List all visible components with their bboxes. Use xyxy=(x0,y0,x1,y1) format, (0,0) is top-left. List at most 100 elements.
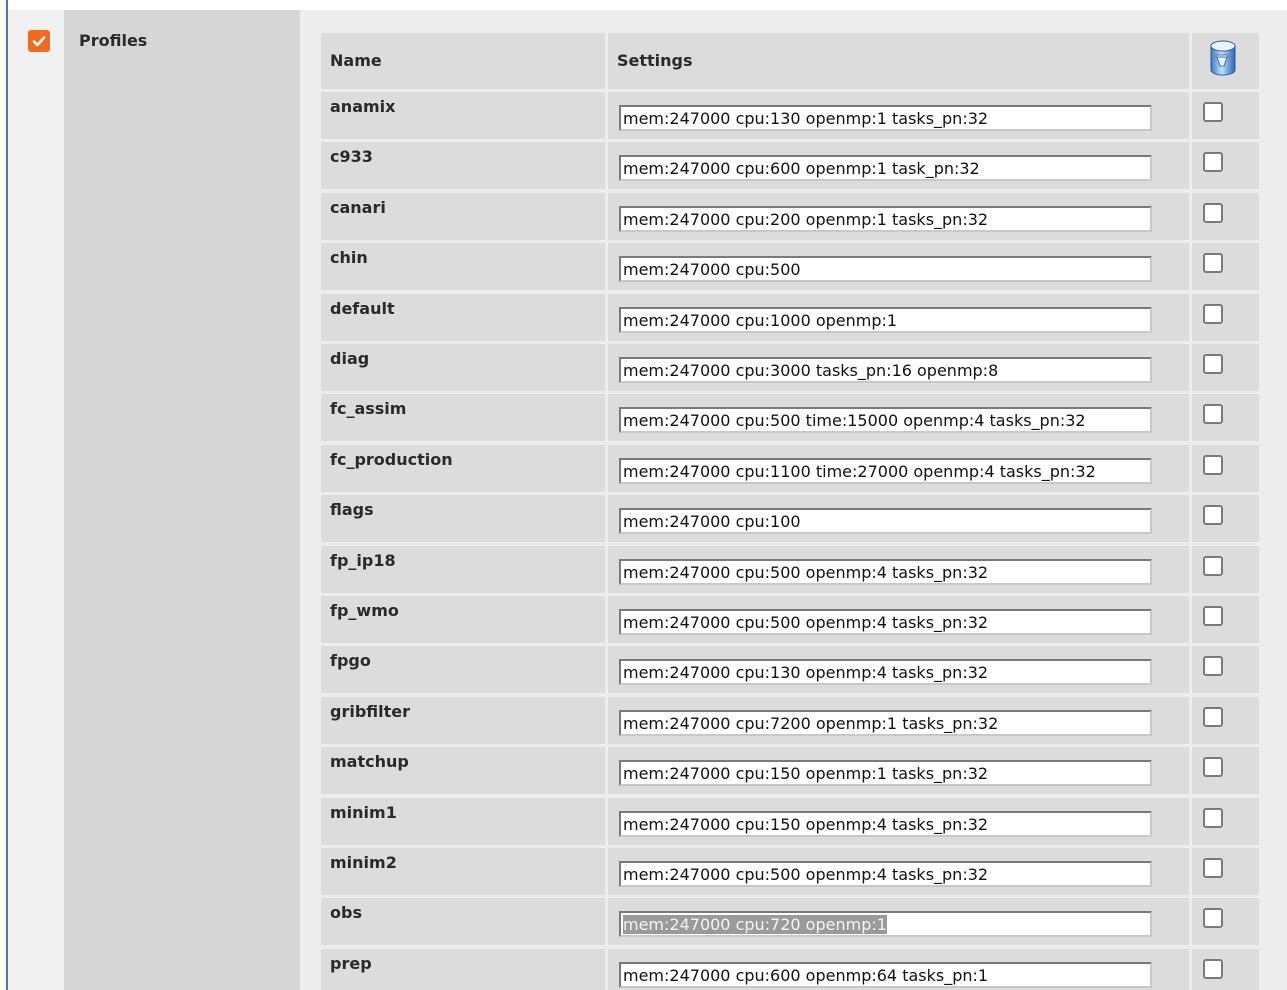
profile-name-cell: fc_production xyxy=(321,445,605,492)
table-row: anamix mem:247000 cpu:130 openmp:1 tasks_… xyxy=(321,92,1259,139)
profile-settings-cell: mem:247000 cpu:1100 time:27000 openmp:4 … xyxy=(608,445,1189,492)
profile-name: fpgo xyxy=(330,651,371,670)
table-row: fpgo mem:247000 cpu:130 openmp:4 tasks_pn… xyxy=(321,646,1259,693)
table-row: flags mem:247000 cpu:100 xyxy=(321,495,1259,542)
profile-name: minim1 xyxy=(330,803,397,822)
delete-checkbox[interactable] xyxy=(1203,354,1223,374)
profile-name-cell: c933 xyxy=(321,142,605,189)
table-row: default mem:247000 cpu:1000 openmp:1 xyxy=(321,294,1259,341)
delete-checkbox[interactable] xyxy=(1203,757,1223,777)
profile-settings-input[interactable]: mem:247000 cpu:100 xyxy=(619,508,1152,534)
delete-checkbox[interactable] xyxy=(1203,959,1223,979)
delete-checkbox[interactable] xyxy=(1203,455,1223,475)
table-row: canari mem:247000 cpu:200 openmp:1 tasks_… xyxy=(321,193,1259,240)
profile-name-cell: chin xyxy=(321,243,605,290)
delete-checkbox-cell xyxy=(1192,596,1259,643)
profile-settings-input[interactable]: mem:247000 cpu:150 openmp:4 tasks_pn:32 xyxy=(619,811,1152,837)
profile-settings-input[interactable]: mem:247000 cpu:150 openmp:1 tasks_pn:32 xyxy=(619,760,1152,786)
profile-settings-input[interactable]: mem:247000 cpu:600 openmp:64 tasks_pn:1 xyxy=(619,962,1152,988)
profile-settings-input[interactable]: mem:247000 cpu:720 openmp:1 xyxy=(619,911,1152,937)
profile-name-cell: default xyxy=(321,294,605,341)
table-row: chin mem:247000 cpu:500 xyxy=(321,243,1259,290)
delete-checkbox[interactable] xyxy=(1203,908,1223,928)
profile-name: obs xyxy=(330,903,362,922)
profile-settings-input[interactable]: mem:247000 cpu:3000 tasks_pn:16 openmp:8 xyxy=(619,357,1152,383)
profile-name-cell: fp_wmo xyxy=(321,596,605,643)
selected-settings-text: mem:247000 cpu:720 openmp:1 xyxy=(623,915,887,934)
profile-settings-input[interactable]: mem:247000 cpu:1100 time:27000 openmp:4 … xyxy=(619,458,1152,484)
settings-header: Settings xyxy=(617,51,693,70)
profile-name: gribfilter xyxy=(330,702,411,721)
name-header-cell: Name xyxy=(321,33,605,89)
profile-name-cell: diag xyxy=(321,344,605,391)
profile-name: fc_assim xyxy=(330,399,407,418)
profile-settings-cell: mem:247000 cpu:500 xyxy=(608,243,1189,290)
delete-checkbox[interactable] xyxy=(1203,505,1223,525)
profile-name: prep xyxy=(330,954,372,973)
profile-settings-input[interactable]: mem:247000 cpu:500 time:15000 openmp:4 t… xyxy=(619,407,1152,433)
delete-checkbox-cell xyxy=(1192,445,1259,492)
table-row: prep mem:247000 cpu:600 openmp:64 tasks_p… xyxy=(321,949,1259,990)
delete-checkbox[interactable] xyxy=(1203,707,1223,727)
profile-settings-input[interactable]: mem:247000 cpu:130 openmp:4 tasks_pn:32 xyxy=(619,659,1152,685)
profile-name: matchup xyxy=(330,752,409,771)
section-label-column xyxy=(64,10,300,990)
profile-settings-cell: mem:247000 cpu:500 openmp:4 tasks_pn:32 xyxy=(608,546,1189,593)
database-delete-icon[interactable] xyxy=(1208,39,1238,77)
profile-name-cell: anamix xyxy=(321,92,605,139)
delete-checkbox[interactable] xyxy=(1203,102,1223,122)
profile-settings-input[interactable]: mem:247000 cpu:500 xyxy=(619,256,1152,282)
profile-settings-input[interactable]: mem:247000 cpu:600 openmp:1 task_pn:32 xyxy=(619,155,1152,181)
profile-name: minim2 xyxy=(330,853,397,872)
profile-name-cell: matchup xyxy=(321,747,605,794)
delete-checkbox-cell xyxy=(1192,848,1259,895)
profile-name: c933 xyxy=(330,147,373,166)
delete-checkbox-cell xyxy=(1192,747,1259,794)
table-row: fc_assim mem:247000 cpu:500 time:15000 op… xyxy=(321,394,1259,441)
profile-name: canari xyxy=(330,198,386,217)
profiles-enable-checkbox[interactable] xyxy=(28,30,50,52)
delete-header-cell xyxy=(1192,33,1259,89)
delete-checkbox[interactable] xyxy=(1203,203,1223,223)
profile-name: chin xyxy=(330,248,368,267)
profile-name: default xyxy=(330,299,395,318)
delete-checkbox[interactable] xyxy=(1203,858,1223,878)
profile-settings-input[interactable]: mem:247000 cpu:1000 openmp:1 xyxy=(619,307,1152,333)
delete-checkbox-cell xyxy=(1192,344,1259,391)
delete-checkbox-cell xyxy=(1192,294,1259,341)
profile-settings-input[interactable]: mem:247000 cpu:130 openmp:1 tasks_pn:32 xyxy=(619,105,1152,131)
profile-settings-input[interactable]: mem:247000 cpu:500 openmp:4 tasks_pn:32 xyxy=(619,861,1152,887)
profiles-settings-page: Profiles Name Settings anamix mem:247000… xyxy=(0,0,1287,990)
table-row: obs mem:247000 cpu:720 openmp:1 xyxy=(321,898,1259,945)
delete-checkbox-cell xyxy=(1192,92,1259,139)
delete-checkbox[interactable] xyxy=(1203,656,1223,676)
table-row: c933 mem:247000 cpu:600 openmp:1 task_pn:… xyxy=(321,142,1259,189)
profile-settings-cell: mem:247000 cpu:200 openmp:1 tasks_pn:32 xyxy=(608,193,1189,240)
top-strip xyxy=(0,0,1287,10)
profile-settings-input[interactable]: mem:247000 cpu:200 openmp:1 tasks_pn:32 xyxy=(619,206,1152,232)
delete-checkbox[interactable] xyxy=(1203,304,1223,324)
profile-name-cell: gribfilter xyxy=(321,697,605,744)
section-label: Profiles xyxy=(79,31,148,50)
profile-name-cell: prep xyxy=(321,949,605,990)
profile-settings-cell: mem:247000 cpu:7200 openmp:1 tasks_pn:32 xyxy=(608,697,1189,744)
delete-checkbox[interactable] xyxy=(1203,606,1223,626)
delete-checkbox[interactable] xyxy=(1203,556,1223,576)
profile-name: fp_wmo xyxy=(330,601,399,620)
delete-checkbox[interactable] xyxy=(1203,253,1223,273)
profile-settings-cell: mem:247000 cpu:3000 tasks_pn:16 openmp:8 xyxy=(608,344,1189,391)
profile-settings-input[interactable]: mem:247000 cpu:500 openmp:4 tasks_pn:32 xyxy=(619,559,1152,585)
delete-checkbox[interactable] xyxy=(1203,152,1223,172)
delete-checkbox-cell xyxy=(1192,898,1259,945)
table-row: fp_wmo mem:247000 cpu:500 openmp:4 tasks_… xyxy=(321,596,1259,643)
profile-settings-cell: mem:247000 cpu:500 time:15000 openmp:4 t… xyxy=(608,394,1189,441)
profile-settings-input[interactable]: mem:247000 cpu:7200 openmp:1 tasks_pn:32 xyxy=(619,710,1152,736)
profile-settings-cell: mem:247000 cpu:720 openmp:1 xyxy=(608,898,1189,945)
profile-name-cell: minim1 xyxy=(321,798,605,845)
delete-checkbox[interactable] xyxy=(1203,808,1223,828)
profile-settings-cell: mem:247000 cpu:1000 openmp:1 xyxy=(608,294,1189,341)
delete-checkbox[interactable] xyxy=(1203,404,1223,424)
profile-settings-input[interactable]: mem:247000 cpu:500 openmp:4 tasks_pn:32 xyxy=(619,609,1152,635)
delete-checkbox-cell xyxy=(1192,798,1259,845)
table-row: minim1 mem:247000 cpu:150 openmp:4 tasks_… xyxy=(321,798,1259,845)
